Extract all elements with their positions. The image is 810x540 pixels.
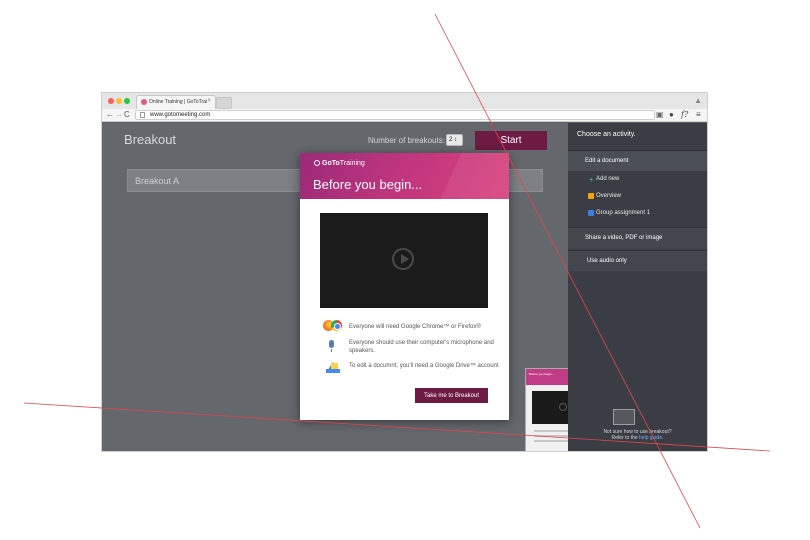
breakout-name: Breakout A	[135, 176, 180, 186]
tab-close-icon[interactable]: ×	[207, 98, 211, 104]
sidebar-title: Choose an activity.	[577, 131, 636, 138]
close-window-button[interactable]	[108, 98, 114, 104]
sidebar-item-group-assignment[interactable]: Group assignment 1	[588, 210, 651, 216]
sidebar-item-label: Group assignment 1	[596, 210, 651, 216]
slides-icon	[588, 193, 594, 199]
sidebar-item-overview[interactable]: Overview	[588, 193, 622, 199]
plus-icon: +	[589, 175, 594, 184]
profile-icon[interactable]: ▲	[694, 96, 702, 105]
reload-button[interactable]: C	[124, 110, 130, 119]
requirement-browser: Everyone will need Google Chrome™ or Fir…	[349, 324, 481, 330]
url-input[interactable]: www.gotomeeting.com	[135, 110, 655, 120]
browser-tab[interactable]: Online Training | GoToTrai ×	[136, 95, 216, 109]
modal-title: Before you begin...	[313, 177, 423, 192]
logo-prefix: GoTo	[322, 160, 340, 167]
start-button[interactable]: Start	[475, 131, 547, 150]
sidebar-item-add-new[interactable]: + Add new	[589, 175, 620, 184]
menu-icon[interactable]: ≡	[696, 110, 701, 119]
address-bar: ← → C www.gotomeeting.com ▣ ● f? ≡	[102, 109, 707, 122]
url-text: www.gotomeeting.com	[150, 112, 211, 118]
forward-button[interactable]: →	[115, 110, 123, 119]
sidebar-item-label: Edit a document	[585, 158, 629, 164]
breakout-count-label: Number of breakouts:	[368, 136, 445, 145]
take-me-to-breakout-button[interactable]: Take me to Breakout	[415, 388, 488, 403]
minimize-window-button[interactable]	[116, 98, 122, 104]
new-tab-button[interactable]	[216, 97, 232, 109]
sidebar-item-edit-document[interactable]: Edit a document	[568, 150, 707, 171]
microphone-icon	[329, 340, 334, 352]
page-title: Breakout	[124, 132, 177, 147]
sidebar-item-share-video[interactable]: Share a video, PDF or image	[568, 227, 707, 249]
logo-icon	[314, 160, 320, 166]
help-refer: Refer to the	[611, 435, 638, 441]
tab-title: Online Training | GoToTrai	[149, 99, 207, 105]
sidebar-item-label: Share a video, PDF or image	[585, 235, 663, 241]
preview-play-icon	[559, 403, 567, 411]
sidebar-item-label: Overview	[596, 193, 622, 199]
help-text: Not sure how to use breakout? Refer to t…	[568, 429, 707, 441]
sidebar-item-label: Use audio only	[587, 258, 627, 264]
chrome-icon	[331, 320, 342, 331]
page-icon	[140, 112, 145, 118]
pocket-icon[interactable]: ▣	[656, 110, 664, 119]
header-decoration	[433, 153, 509, 199]
sidebar-item-audio-only[interactable]: Use audio only	[568, 250, 707, 271]
back-button[interactable]: ←	[106, 110, 114, 119]
document-icon	[588, 210, 594, 216]
before-you-begin-modal: GoToTraining Before you begin... Everyon…	[300, 153, 509, 420]
favicon-icon	[141, 99, 147, 105]
google-drive-icon	[326, 362, 340, 373]
breakout-count-select[interactable]: 2 ↕	[446, 134, 463, 146]
activity-sidebar: Choose an activity. Edit a document + Ad…	[568, 123, 707, 451]
modal-header: GoToTraining Before you begin...	[300, 153, 509, 199]
requirement-audio: Everyone should use their computer's mic…	[349, 340, 494, 354]
gototraining-logo: GoToTraining	[314, 160, 365, 167]
requirement-drive: To edit a documnt, you'll need a Google …	[349, 363, 499, 369]
maximize-window-button[interactable]	[124, 98, 130, 104]
tab-bar: Online Training | GoToTrai × ▲	[102, 93, 707, 109]
function-extension-icon[interactable]: f?	[681, 110, 688, 119]
sidebar-item-label: Add new	[596, 176, 620, 182]
laptop-icon	[613, 409, 635, 425]
extension-icon[interactable]: ●	[669, 110, 674, 119]
logo-suffix: Training	[339, 160, 365, 167]
browser-logos-icon	[323, 320, 343, 331]
help-guide-link[interactable]: help guide.	[639, 435, 663, 441]
intro-video[interactable]	[320, 213, 488, 308]
preview-header-text: Before you begin...	[529, 372, 555, 376]
play-icon[interactable]	[392, 248, 414, 270]
